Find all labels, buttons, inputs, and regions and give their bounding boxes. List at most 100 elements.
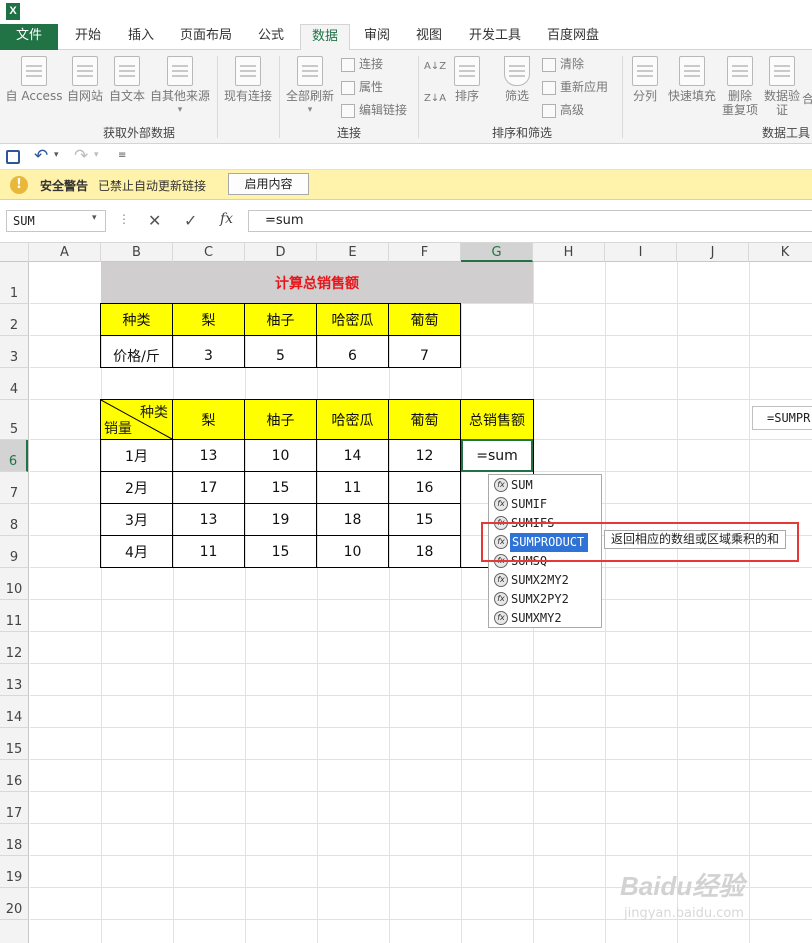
connections-button[interactable]: 连接 xyxy=(341,55,383,73)
col-header-b[interactable]: B xyxy=(101,243,173,262)
sales-header-melon: 哈密瓜 xyxy=(317,400,388,439)
dropdown-arrow-icon: ▾ xyxy=(307,105,313,115)
group-get-external-data: 获取外部数据 xyxy=(102,126,175,140)
data-validation-button[interactable]: 数据验证 xyxy=(762,56,802,117)
customize-qat-icon[interactable]: ≡ xyxy=(118,150,126,161)
from-other-label: 自其他来源 xyxy=(149,89,210,103)
col-header-k[interactable]: K xyxy=(749,243,812,262)
autocomplete-item-sum[interactable]: SUM xyxy=(491,476,601,495)
row-header-13[interactable]: 13 xyxy=(0,664,28,696)
sales-header-grape: 葡萄 xyxy=(389,400,460,439)
name-box[interactable]: SUM xyxy=(6,210,106,232)
row-header-18[interactable]: 18 xyxy=(0,824,28,856)
sales-cell: 15 xyxy=(415,511,434,528)
active-cell-g6[interactable]: =sum xyxy=(461,439,533,472)
row-header-19[interactable]: 19 xyxy=(0,856,28,888)
row-header-20[interactable]: 20 xyxy=(0,888,28,920)
autocomplete-item-sumx2py2[interactable]: SUMX2PY2 xyxy=(491,590,601,609)
col-header-c[interactable]: C xyxy=(173,243,245,262)
clear-filter-button[interactable]: 清除 xyxy=(542,55,584,73)
autocomplete-item-sumif[interactable]: SUMIF xyxy=(491,495,601,514)
row-header-15[interactable]: 15 xyxy=(0,728,28,760)
col-header-j[interactable]: J xyxy=(677,243,749,262)
col-header-g[interactable]: G xyxy=(461,243,533,262)
undo-dropdown-icon[interactable]: ▾ xyxy=(54,150,59,160)
col-header-i[interactable]: I xyxy=(605,243,677,262)
dropdown-arrow-icon: ▾ xyxy=(177,105,183,115)
insert-function-icon[interactable]: fx xyxy=(220,211,233,227)
row-header-17[interactable]: 17 xyxy=(0,792,28,824)
tab-view[interactable]: 视图 xyxy=(406,24,452,50)
formula-input[interactable]: =sum xyxy=(248,210,812,232)
row-header-14[interactable]: 14 xyxy=(0,696,28,728)
row-header-4[interactable]: 4 xyxy=(0,368,28,400)
sort-asc-button[interactable]: A↓Z xyxy=(424,60,446,74)
tab-home[interactable]: 开始 xyxy=(62,24,114,50)
row-header-3[interactable]: 3 xyxy=(0,336,28,368)
col-header-h[interactable]: H xyxy=(533,243,605,262)
row-header-12[interactable]: 12 xyxy=(0,632,28,664)
refresh-all-label: 全部刷新 xyxy=(285,89,334,103)
col-header-f[interactable]: F xyxy=(389,243,461,262)
properties-button[interactable]: 属性 xyxy=(341,78,383,96)
quick-access-toolbar: ↶ ▾ ↷ ▾ ≡ xyxy=(0,144,812,170)
flash-fill-button[interactable]: 快速填充 xyxy=(666,56,718,103)
sales-cell: 15 xyxy=(271,543,290,560)
undo-icon[interactable]: ↶ xyxy=(34,146,48,166)
col-header-e[interactable]: E xyxy=(317,243,389,262)
consolidate-button[interactable]: 合 xyxy=(802,92,812,106)
row-header-16[interactable]: 16 xyxy=(0,760,28,792)
sort-button[interactable]: 排序 xyxy=(450,56,484,103)
from-web-button[interactable]: 自网站 xyxy=(64,56,106,103)
edit-links-button[interactable]: 编辑链接 xyxy=(341,101,407,119)
row-header-8[interactable]: 8 xyxy=(0,504,28,536)
sort-desc-button[interactable]: Z↓A xyxy=(424,92,446,106)
remove-duplicates-button[interactable]: 删除 重复项 xyxy=(720,56,760,117)
refresh-all-button[interactable]: 全部刷新 ▾ xyxy=(284,56,336,117)
tab-file[interactable]: 文件 xyxy=(0,24,58,50)
sales-cell: 10 xyxy=(343,543,362,560)
enter-check-icon[interactable]: ✓ xyxy=(184,211,197,230)
row-header-7[interactable]: 7 xyxy=(0,472,28,504)
redo-dropdown-icon[interactable]: ▾ xyxy=(94,150,99,160)
tab-review[interactable]: 审阅 xyxy=(354,24,400,50)
col-header-d[interactable]: D xyxy=(245,243,317,262)
cancel-icon[interactable]: ✕ xyxy=(148,211,161,230)
select-all-corner[interactable] xyxy=(0,243,29,262)
text-to-columns-button[interactable]: 分列 xyxy=(628,56,662,103)
reapply-button[interactable]: 重新应用 xyxy=(542,78,608,96)
row-header-11[interactable]: 11 xyxy=(0,600,28,632)
refresh-icon xyxy=(297,56,323,86)
autocomplete-item-sumxmy2[interactable]: SUMXMY2 xyxy=(491,609,601,628)
from-text-button[interactable]: 自文本 xyxy=(106,56,148,103)
redo-icon[interactable]: ↷ xyxy=(74,146,88,166)
tab-page-layout[interactable]: 页面布局 xyxy=(170,24,242,50)
from-access-button[interactable]: 自 Access xyxy=(4,56,64,103)
price-header-pomelo: 柚子 xyxy=(245,304,316,335)
row-header-2[interactable]: 2 xyxy=(0,304,28,336)
tab-data[interactable]: 数据 xyxy=(300,24,350,51)
row-header-10[interactable]: 10 xyxy=(0,568,28,600)
from-other-sources-button[interactable]: 自其他来源 ▾ xyxy=(148,56,212,117)
text-to-columns-label: 分列 xyxy=(632,89,657,103)
existing-connections-button[interactable]: 现有连接 xyxy=(222,56,274,103)
autocomplete-item-sumx2my2[interactable]: SUMX2MY2 xyxy=(491,571,601,590)
row-header-9[interactable]: 9 xyxy=(0,536,28,568)
enable-content-button[interactable]: 启用内容 xyxy=(228,173,309,195)
name-box-dropdown-icon[interactable]: ▾ xyxy=(92,213,97,223)
row-header-1[interactable]: 1 xyxy=(0,262,28,304)
advanced-filter-button[interactable]: 高级 xyxy=(542,101,584,119)
sheet-title: 计算总销售额 xyxy=(101,262,533,303)
save-icon[interactable] xyxy=(6,150,20,164)
sort-icon xyxy=(454,56,480,86)
tab-developer[interactable]: 开发工具 xyxy=(458,24,532,50)
tab-baidu-netdisk[interactable]: 百度网盘 xyxy=(536,24,610,50)
row-header-5[interactable]: 5 xyxy=(0,400,28,440)
tab-formulas[interactable]: 公式 xyxy=(246,24,296,50)
tab-insert[interactable]: 插入 xyxy=(116,24,166,50)
warning-shield-icon: ! xyxy=(10,176,28,194)
row-header-6[interactable]: 6 xyxy=(0,440,28,472)
col-header-a[interactable]: A xyxy=(29,243,101,262)
existing-connections-label: 现有连接 xyxy=(223,89,272,103)
filter-button[interactable]: 筛选 xyxy=(500,56,534,103)
